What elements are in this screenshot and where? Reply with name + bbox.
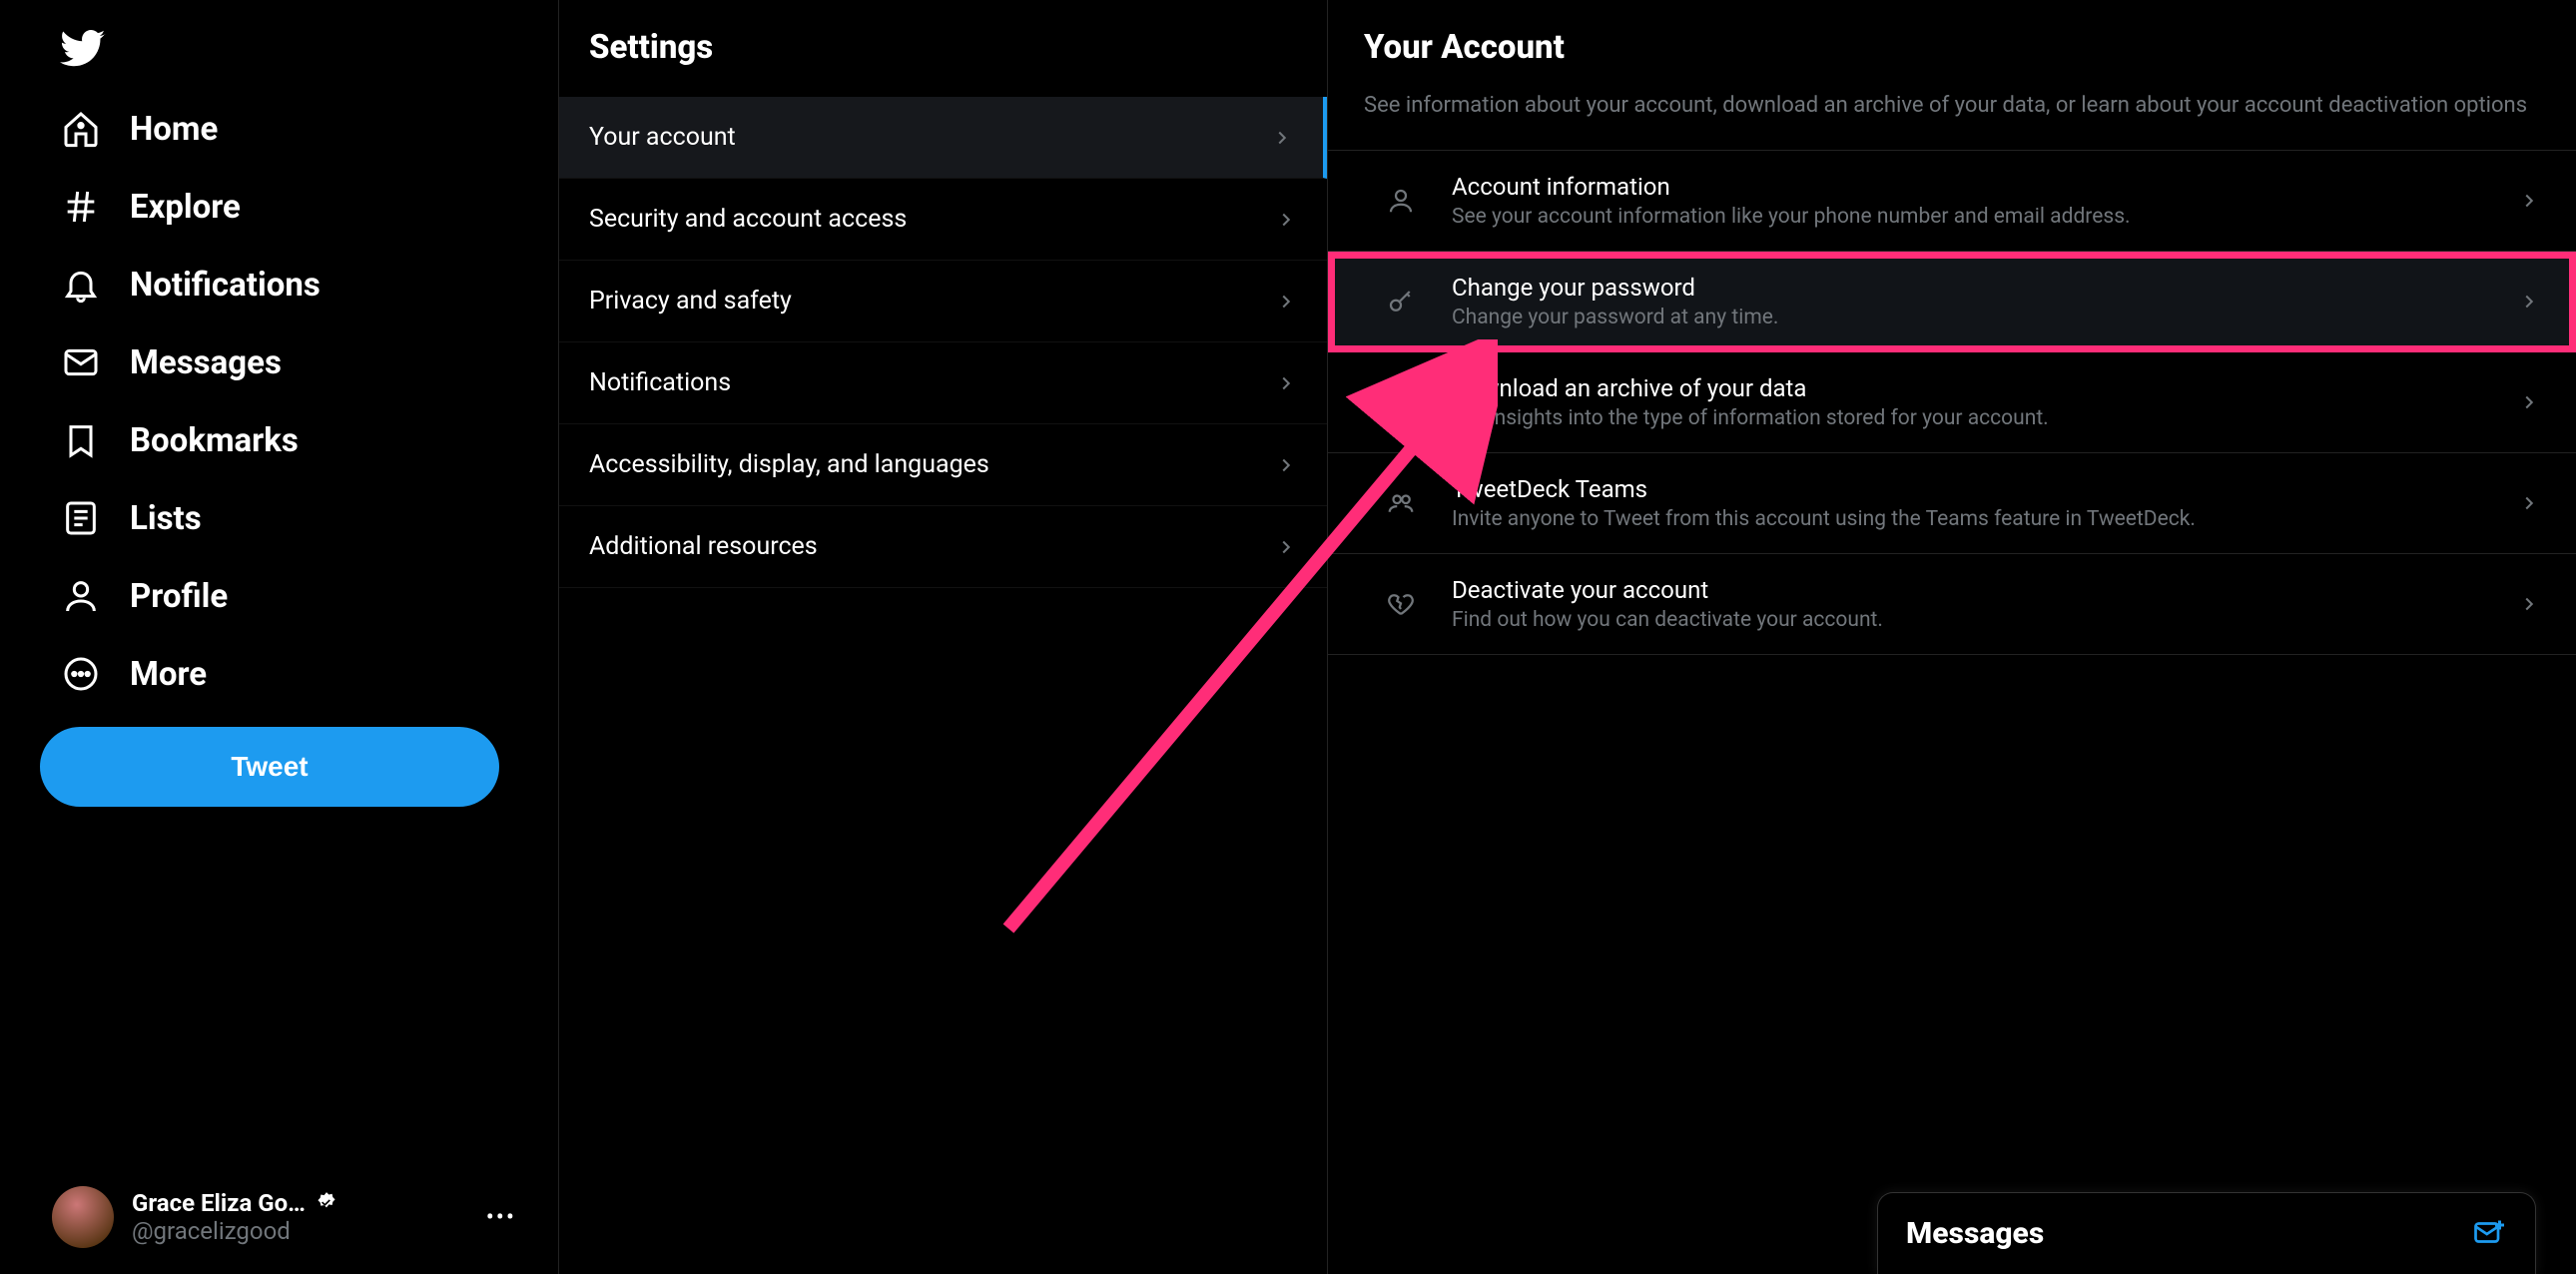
people-icon (1384, 486, 1418, 520)
messages-drawer[interactable]: Messages (1877, 1192, 2536, 1274)
nav-label: Notifications (130, 266, 321, 305)
chevron-right-icon (1275, 454, 1297, 476)
chevron-right-icon (1275, 291, 1297, 313)
key-icon (1384, 285, 1418, 318)
nav-profile[interactable]: Profile (40, 557, 248, 635)
settings-item-label: Security and account access (589, 205, 907, 234)
account-item-info[interactable]: Account information See your account inf… (1328, 151, 2576, 252)
list-icon (60, 497, 102, 539)
chevron-right-icon (1271, 127, 1293, 149)
account-item-sub: Get insights into the type of informatio… (1452, 406, 2484, 430)
settings-item-privacy[interactable]: Privacy and safety (559, 261, 1327, 342)
twitter-logo[interactable] (40, 10, 538, 90)
avatar (52, 1186, 114, 1248)
detail-column: Your Account See information about your … (1328, 0, 2576, 1274)
mail-icon (60, 341, 102, 383)
person-icon (1384, 184, 1418, 218)
bell-icon (60, 264, 102, 306)
heartbreak-icon (1384, 587, 1418, 621)
nav-lists[interactable]: Lists (40, 479, 222, 557)
nav-messages[interactable]: Messages (40, 323, 302, 401)
account-item-title: Download an archive of your data (1452, 374, 2484, 402)
account-item-download[interactable]: Download an archive of your data Get ins… (1328, 352, 2576, 453)
nav-notifications[interactable]: Notifications (40, 246, 340, 323)
account-item-title: Deactivate your account (1452, 576, 2484, 604)
nav-label: Lists (130, 499, 202, 538)
chevron-right-icon (2518, 391, 2540, 413)
account-item-sub: Find out how you can deactivate your acc… (1452, 608, 2484, 632)
home-icon (60, 108, 102, 150)
chevron-right-icon (1275, 372, 1297, 394)
nav-more[interactable]: More (40, 635, 227, 713)
drawer-title: Messages (1906, 1216, 2044, 1251)
person-icon (60, 575, 102, 617)
settings-item-label: Privacy and safety (589, 287, 792, 316)
nav-label: Messages (130, 343, 282, 382)
settings-item-label: Your account (589, 123, 736, 152)
profile-name: Grace Eliza Go… (132, 1189, 306, 1217)
settings-item-accessibility[interactable]: Accessibility, display, and languages (559, 424, 1327, 506)
account-item-title: TweetDeck Teams (1452, 475, 2484, 503)
nav-label: Bookmarks (130, 421, 299, 460)
settings-item-security[interactable]: Security and account access (559, 179, 1327, 261)
chevron-right-icon (2518, 190, 2540, 212)
settings-item-label: Notifications (589, 368, 731, 397)
detail-description: See information about your account, down… (1328, 77, 2576, 151)
tweet-button[interactable]: Tweet (40, 727, 499, 807)
settings-item-your-account[interactable]: Your account (559, 97, 1327, 179)
chevron-right-icon (2518, 492, 2540, 514)
nav-bookmarks[interactable]: Bookmarks (40, 401, 319, 479)
profile-handle: @gracelizgood (132, 1217, 339, 1245)
nav-label: Home (130, 110, 218, 149)
chevron-right-icon (1275, 536, 1297, 558)
nav-label: Profile (130, 577, 228, 616)
account-item-sub: See your account information like your p… (1452, 205, 2484, 229)
sidebar: Home Explore Notifications Messages Book (0, 0, 559, 1274)
chevron-right-icon (2518, 291, 2540, 313)
hash-icon (60, 186, 102, 228)
profile-button[interactable]: Grace Eliza Go… @gracelizgood ••• (40, 1170, 538, 1264)
account-item-deactivate[interactable]: Deactivate your account Find out how you… (1328, 554, 2576, 655)
settings-item-label: Accessibility, display, and languages (589, 450, 989, 479)
settings-title: Settings (559, 0, 1327, 97)
verified-badge-icon (314, 1190, 339, 1216)
settings-item-label: Additional resources (589, 532, 818, 561)
nav-label: Explore (130, 188, 241, 227)
nav-explore[interactable]: Explore (40, 168, 261, 246)
bookmark-icon (60, 419, 102, 461)
account-item-sub: Change your password at any time. (1452, 306, 2484, 329)
chevron-right-icon (2518, 593, 2540, 615)
account-item-sub: Invite anyone to Tweet from this account… (1452, 507, 2484, 531)
settings-column: Settings Your account Security and accou… (559, 0, 1328, 1274)
nav-home[interactable]: Home (40, 90, 238, 168)
profile-more-icon: ••• (486, 1203, 526, 1231)
chevron-right-icon (1275, 209, 1297, 231)
account-item-tweetdeck[interactable]: TweetDeck Teams Invite anyone to Tweet f… (1328, 453, 2576, 554)
more-icon (60, 653, 102, 695)
account-item-title: Change your password (1452, 274, 2484, 302)
detail-title: Your Account (1328, 0, 2576, 77)
settings-item-notifications[interactable]: Notifications (559, 342, 1327, 424)
download-icon (1384, 385, 1418, 419)
settings-item-additional[interactable]: Additional resources (559, 506, 1327, 588)
compose-message-icon[interactable] (2471, 1216, 2507, 1252)
account-item-title: Account information (1452, 173, 2484, 201)
nav-label: More (130, 655, 207, 694)
account-item-password[interactable]: Change your password Change your passwor… (1328, 252, 2576, 352)
